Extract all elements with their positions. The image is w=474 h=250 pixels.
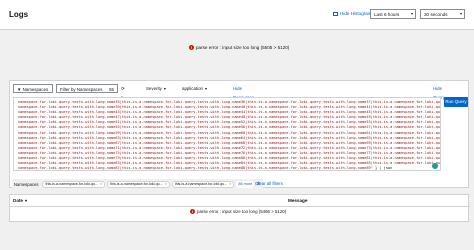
filter-chip: this-is-a-namespace-for-loki-qu... × <box>107 180 170 188</box>
namespace-filter-placeholder: Filter by Namespaces <box>60 87 103 92</box>
hide-histogram-label: Hide Histogram <box>340 11 372 16</box>
close-icon[interactable]: × <box>229 181 231 187</box>
chevron-down-icon: ▾ <box>163 86 166 91</box>
filter-chip-label: this-is-a-namespace-for-loki-qu... <box>110 182 163 186</box>
tenant-label: application <box>182 86 203 91</box>
filter-chip: this-is-a-namespace-for-loki-qu... × <box>171 180 235 188</box>
chevron-down-icon <box>411 13 413 15</box>
page-title: Logs <box>9 10 29 19</box>
filter-chip-label: this-is-a-namespace-for-loki-qu... <box>174 182 228 186</box>
query-last-line: namespace-for-loki-query-tests-with-long… <box>14 166 440 171</box>
refresh-icon[interactable]: ⟳ ▾ <box>121 84 125 100</box>
chevron-down-icon <box>460 13 462 15</box>
namespace-chip-group: Namespaces this-is-a-namespace-for-loki-… <box>12 179 263 189</box>
column-header-message: Message <box>288 198 308 203</box>
active-filters: Namespaces this-is-a-namespace-for-loki-… <box>9 178 469 190</box>
error-circle-icon: ! <box>189 45 194 50</box>
error-circle-icon: ! <box>190 209 195 214</box>
query-line: namespace-for-loki-query-tests-with-long… <box>18 125 440 130</box>
chip-category-label: Namespaces <box>14 181 39 187</box>
logs-table: Date ▾ Message ! parse error : input size… <box>9 194 470 222</box>
time-range-value: Last 6 hours <box>374 12 400 17</box>
hide-query-link[interactable]: Hide Query <box>433 84 445 100</box>
table-error-text: parse error : input size too long (5466 … <box>197 209 287 214</box>
refresh-interval-select[interactable]: 30 seconds <box>420 9 465 19</box>
page-header: Logs Hide Histogram Last 6 hours 30 seco… <box>0 0 474 30</box>
chevron-down-icon: ▾ <box>205 86 208 91</box>
namespace-filter-select[interactable]: Filter by Namespaces 55 <box>56 84 118 93</box>
filter-type-select[interactable]: ▼ Namespaces <box>13 84 53 93</box>
hide-histogram-button[interactable]: Hide Histogram <box>333 11 372 16</box>
hide-resources-link[interactable]: Hide Resources <box>233 84 254 100</box>
column-date-label: Date <box>13 198 23 203</box>
table-error: ! parse error : input size too long (546… <box>190 209 286 214</box>
assistant-icon[interactable] <box>432 163 438 169</box>
query-last-line-tail: } | json <box>372 166 393 171</box>
header-divider <box>10 206 470 207</box>
clear-all-filters-link[interactable]: Clear all filters <box>255 181 283 186</box>
more-chips-button[interactable]: 86 more <box>236 180 255 188</box>
filter-type-value: Namespaces <box>22 87 49 92</box>
sort-icon: ▾ <box>24 198 27 203</box>
histogram-error: ! parse error : input size too long (550… <box>189 45 289 50</box>
close-icon[interactable]: × <box>165 181 167 187</box>
severity-select[interactable]: Severity ▾ <box>143 84 177 93</box>
tenant-select[interactable]: application ▾ <box>179 84 227 93</box>
query-panel: ▼ Namespaces Filter by Namespaces 55 ⟳ ▾… <box>9 80 469 188</box>
namespace-filter-count: 55 <box>109 87 114 92</box>
close-icon[interactable]: × <box>100 181 102 187</box>
query-line: namespace-for-loki-query-tests-with-long… <box>18 135 440 140</box>
query-lines: namespace-for-loki-query-tests-with-long… <box>14 100 440 166</box>
filter-chip: this-is-a-namespace-for-loki-qu... × <box>42 180 106 188</box>
query-editor[interactable]: namespace-for-loki-query-tests-with-long… <box>13 97 441 171</box>
histogram-icon <box>333 11 338 16</box>
severity-label: Severity <box>146 86 162 91</box>
time-range-select[interactable]: Last 6 hours <box>370 9 416 19</box>
column-header-date[interactable]: Date ▾ <box>13 198 27 203</box>
refresh-interval-value: 30 seconds <box>424 12 448 17</box>
query-last-line-text: namespace-for-loki-query-tests-with-long… <box>18 166 373 171</box>
filter-chip-label: this-is-a-namespace-for-loki-qu... <box>45 182 98 186</box>
run-query-button[interactable]: Run Query <box>444 97 468 107</box>
query-line: namespace-for-loki-query-tests-with-long… <box>18 130 440 135</box>
histogram-error-text: parse error : input size too long (5505 … <box>196 45 290 50</box>
logs-page: Logs Hide Histogram Last 6 hours 30 seco… <box>0 0 474 250</box>
